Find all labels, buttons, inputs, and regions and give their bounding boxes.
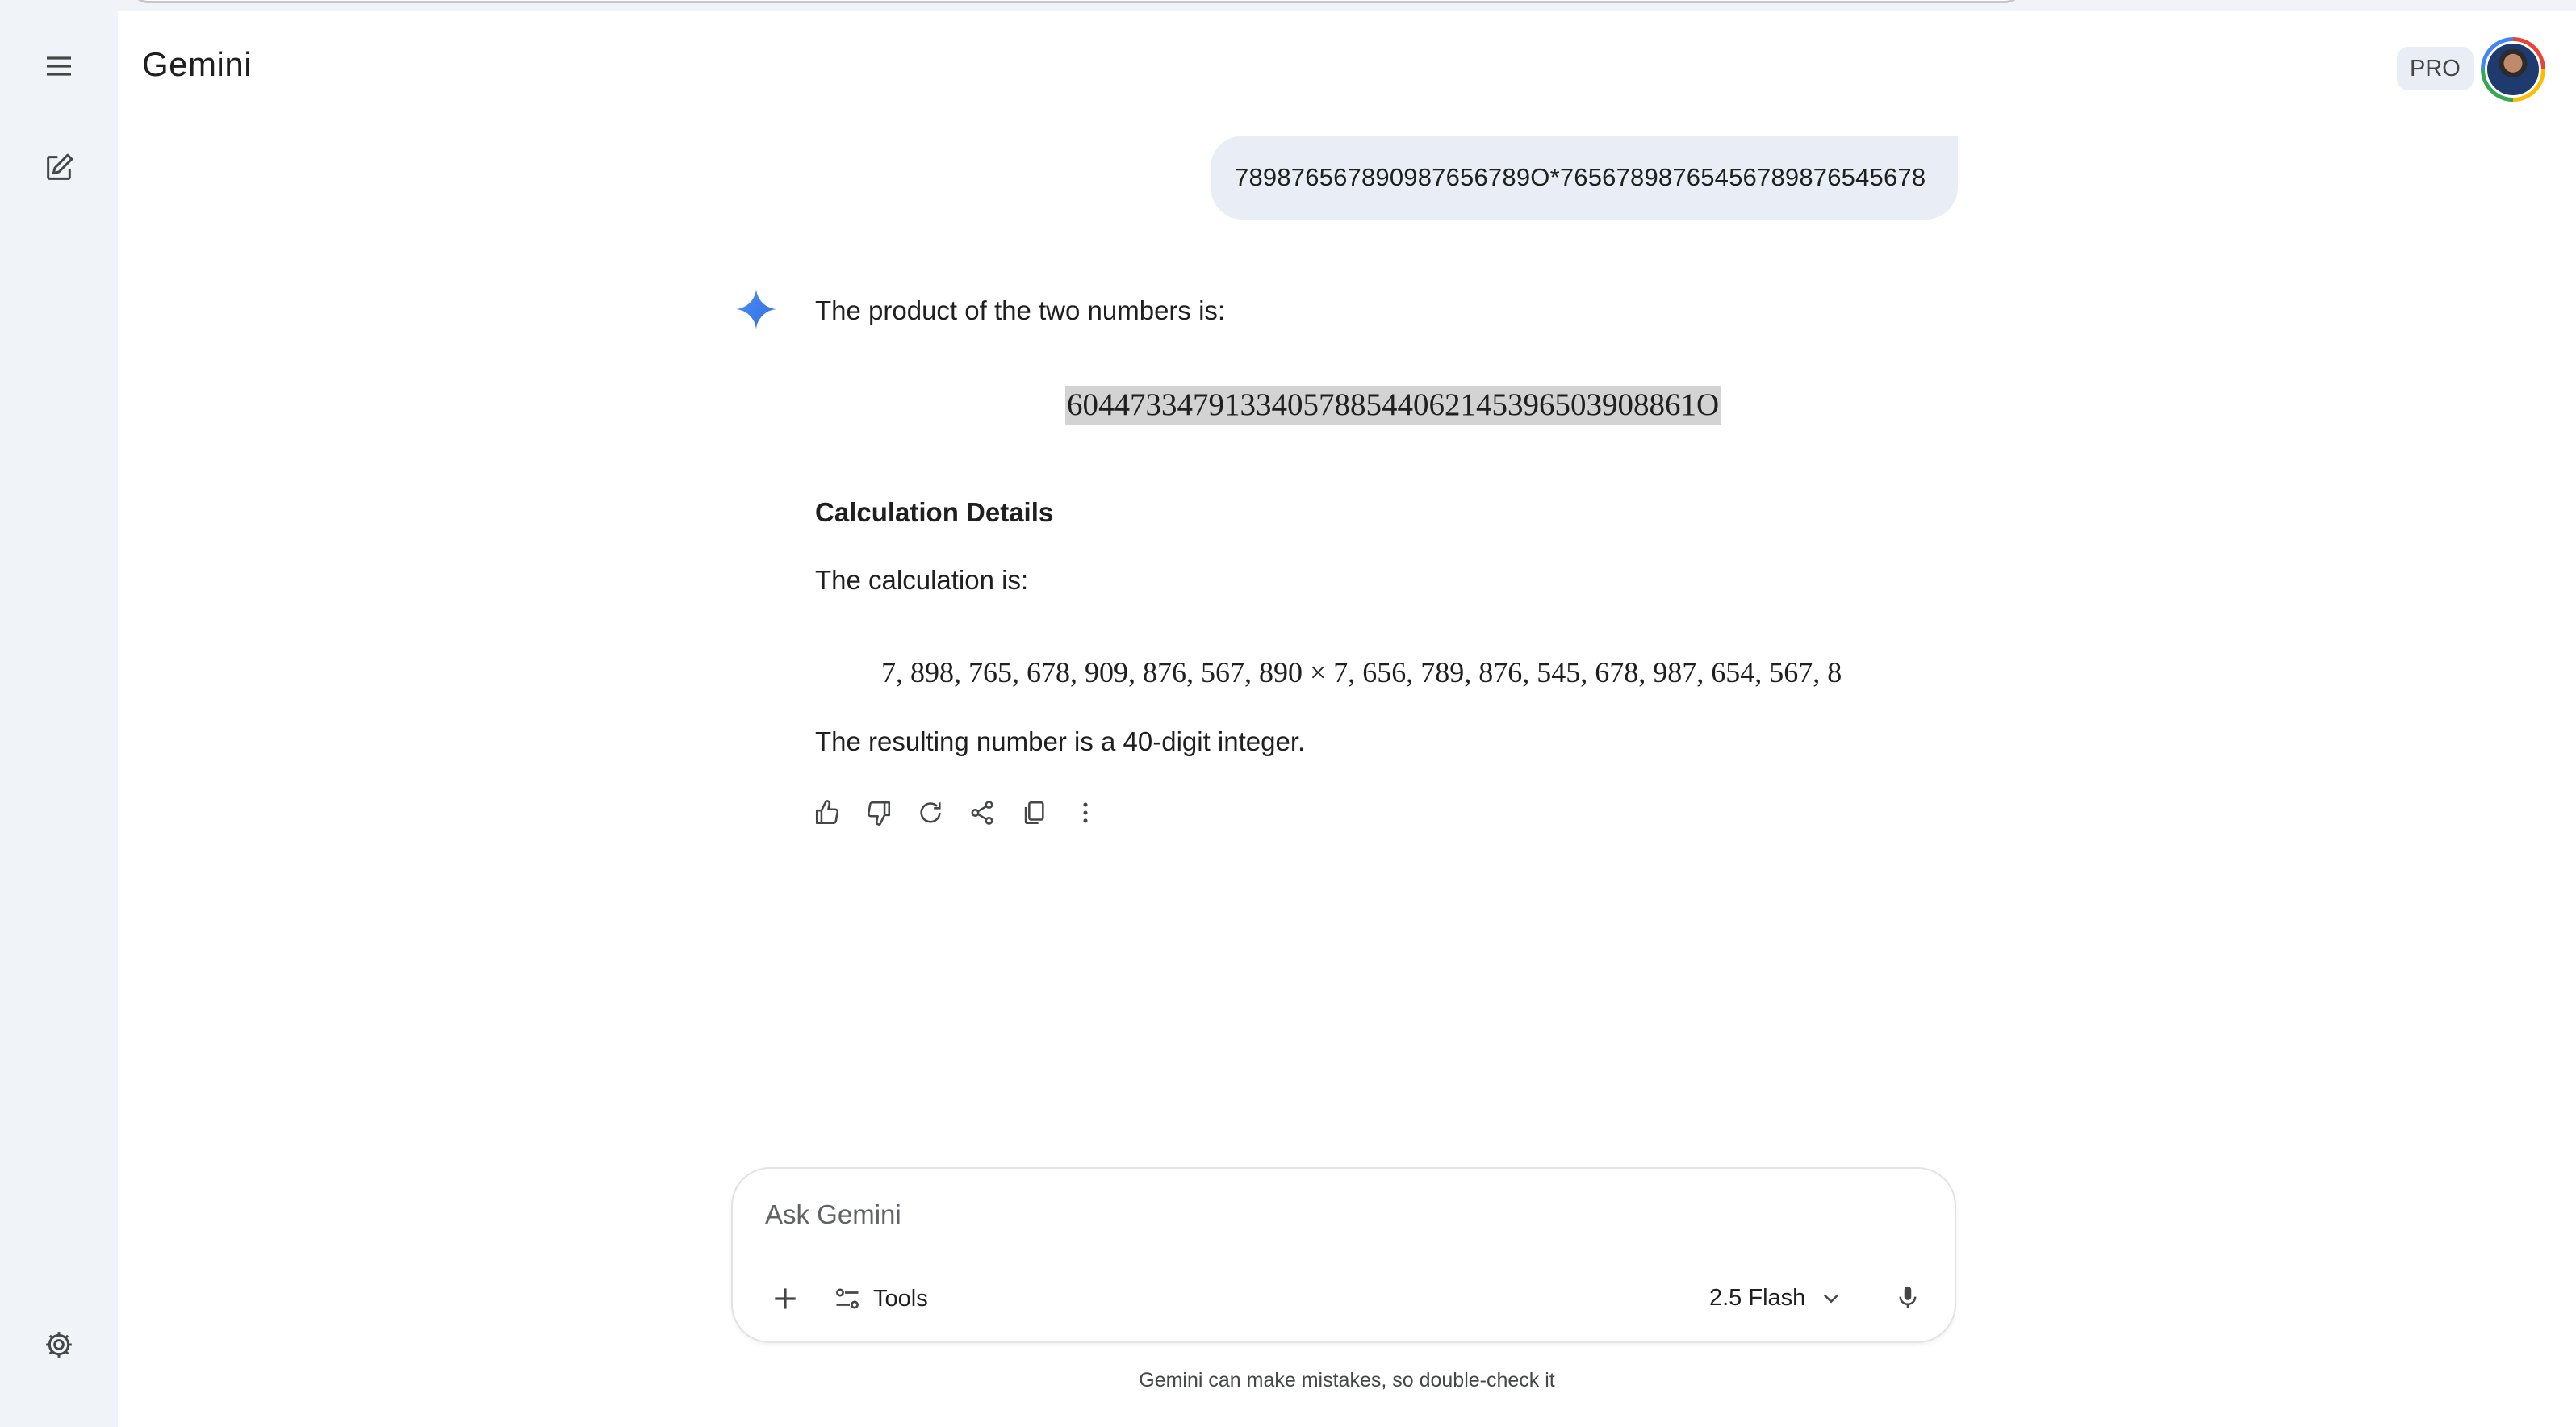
add-attachment-button[interactable] [763, 1277, 807, 1320]
user-prompt-bubble: 789876567890987656789O*76567898765456789… [1211, 136, 1958, 220]
main-menu-button[interactable] [33, 40, 85, 92]
thumbs-down-icon [867, 801, 891, 826]
settings-button[interactable] [33, 1319, 85, 1371]
sidebar [0, 11, 118, 1427]
disclaimer: Gemini can make mistakes, so double-chec… [1139, 1369, 1555, 1391]
microphone-button[interactable] [1885, 1275, 1930, 1320]
share-icon [971, 801, 993, 825]
result-number: 6044733479133405788544062145396503908861… [1065, 386, 1721, 425]
calculation-intro: The calculation is: [815, 565, 1029, 595]
thumbs-up-button[interactable] [810, 796, 844, 830]
gemini-sparkle-icon [736, 289, 776, 329]
more-vert-icon [1083, 802, 1088, 823]
thumbs-up-icon [815, 800, 839, 825]
avatar-photo [2485, 41, 2541, 98]
hamburger-menu-icon [47, 56, 71, 76]
prompt-input-box[interactable]: Ask Gemini Tools 2.5 Flash [731, 1167, 1956, 1343]
chevron-down-icon [1824, 1294, 1839, 1304]
copy-button[interactable] [1017, 796, 1051, 830]
model-label: 2.5 Flash [1709, 1284, 1806, 1311]
pro-badge[interactable]: PRO [2397, 47, 2474, 90]
browser-top-strip [0, 0, 2576, 11]
tools-button[interactable]: Tools [833, 1277, 928, 1320]
calculation-expression: 7, 898, 765, 678, 909, 876, 567, 890 × 7… [881, 656, 1842, 688]
tools-sliders-icon [836, 1288, 859, 1309]
address-bar-edge [129, 0, 2024, 3]
thumbs-down-button[interactable] [862, 796, 896, 830]
tools-label: Tools [873, 1285, 928, 1312]
refresh-icon [920, 802, 941, 823]
gear-icon [46, 1332, 72, 1358]
edit-icon [47, 153, 73, 180]
prompt-input[interactable]: Ask Gemini [765, 1199, 901, 1230]
section-heading: Calculation Details [815, 497, 1054, 527]
response-intro: The product of the two numbers is: [815, 295, 1226, 325]
response-conclusion: The resulting number is a 40-digit integ… [815, 726, 1306, 756]
microphone-icon [1899, 1286, 1917, 1308]
response-actions [810, 796, 1102, 830]
model-selector[interactable]: 2.5 Flash [1709, 1275, 1842, 1320]
more-options-button[interactable] [1068, 796, 1102, 830]
avatar[interactable] [2481, 37, 2545, 102]
copy-icon [1024, 801, 1044, 825]
regenerate-button[interactable] [914, 796, 947, 830]
new-chat-button[interactable] [33, 142, 85, 194]
gemini-app: Gemini PRO 789876567890987656789O*765678… [0, 0, 2576, 1427]
app-title[interactable]: Gemini [142, 45, 252, 84]
plus-icon [775, 1288, 796, 1309]
share-button[interactable] [965, 796, 999, 830]
